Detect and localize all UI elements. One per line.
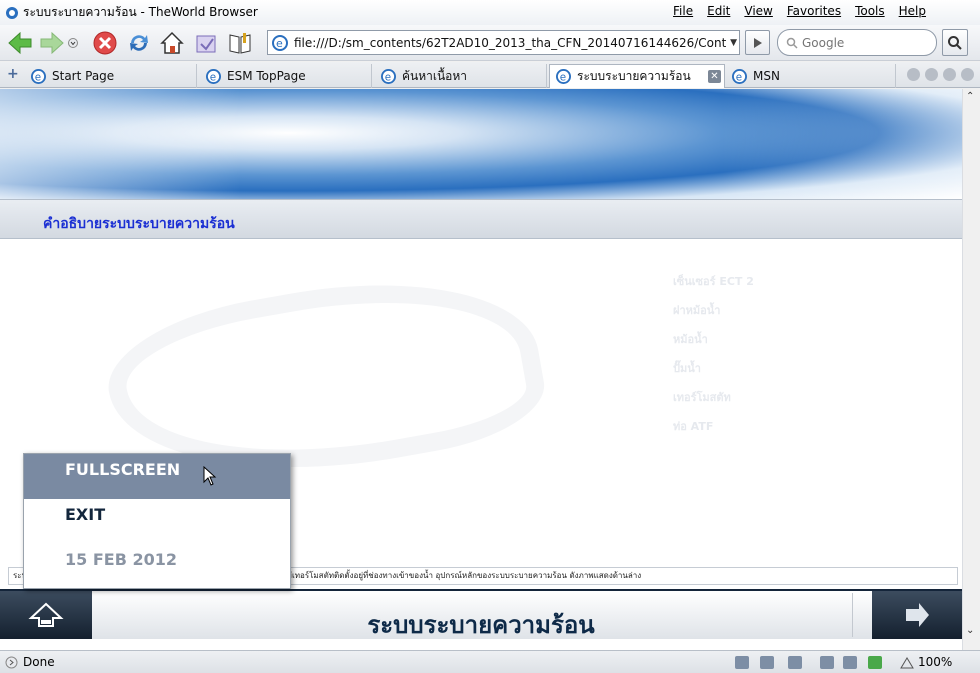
page-info-icon[interactable] xyxy=(735,656,749,669)
menu-favorites[interactable]: Favorites xyxy=(787,4,841,18)
ie-page-icon: e xyxy=(31,68,46,84)
address-dropdown-icon[interactable]: ▼ xyxy=(730,38,737,48)
tab-close-all-icon[interactable] xyxy=(961,68,974,81)
ie-page-icon: e xyxy=(732,68,747,84)
tab-label: ค้นหาเนื้อหา xyxy=(402,68,468,83)
page-heading: คำอธิบายระบบระบายความร้อน xyxy=(43,216,235,232)
tab-scroll-right-icon[interactable] xyxy=(943,68,956,81)
tab-msn[interactable]: e MSN xyxy=(726,64,896,88)
svg-text:e: e xyxy=(736,71,742,83)
go-button[interactable] xyxy=(745,30,770,55)
new-tab-icon[interactable]: + xyxy=(7,66,19,82)
refresh-button[interactable] xyxy=(125,29,153,57)
stop-button[interactable] xyxy=(91,29,119,57)
search-box[interactable] xyxy=(777,29,937,56)
menu-view[interactable]: View xyxy=(744,4,772,18)
forward-dropdown[interactable] xyxy=(66,29,80,57)
component-item[interactable]: หม้อน้ำ xyxy=(673,330,754,359)
svg-text:e: e xyxy=(560,71,566,83)
header-banner xyxy=(0,89,962,199)
window-title: ระบบระบายความร้อน - TheWorld Browser xyxy=(23,5,258,19)
mouse-cursor-icon xyxy=(203,466,217,486)
media-icon[interactable] xyxy=(843,656,857,669)
back-button[interactable] xyxy=(6,29,34,57)
divider xyxy=(852,593,853,637)
tab-start-page[interactable]: e Start Page xyxy=(25,64,197,88)
forward-button[interactable] xyxy=(38,29,66,57)
component-item[interactable]: ปั๊มน้ำ xyxy=(673,359,754,388)
home-button[interactable] xyxy=(158,29,186,57)
tab-label: ระบบระบายความร้อน xyxy=(577,69,691,83)
status-bar: Done 100% xyxy=(0,650,980,673)
tab-label: Start Page xyxy=(52,69,115,83)
home-icon xyxy=(160,31,184,54)
scroll-up-icon[interactable]: ⌃ xyxy=(966,91,974,102)
ie-page-icon: e xyxy=(272,34,288,51)
tab-cooling-system[interactable]: e ระบบระบายความร้อน ✕ xyxy=(549,64,725,88)
context-popup-menu: FULLSCREEN EXIT 15 FEB 2012 xyxy=(23,453,291,589)
ie-page-icon: e xyxy=(381,68,396,84)
forward-arrow-icon xyxy=(40,31,64,55)
component-item[interactable]: เซ็นเซอร์ ECT 2 xyxy=(673,272,754,301)
navigation-toolbar: e file:///D:/sm_contents/62T2AD10_2013_t… xyxy=(0,25,980,61)
close-tab-icon[interactable]: ✕ xyxy=(708,70,721,83)
go-icon xyxy=(753,37,762,48)
tab-list-icon[interactable] xyxy=(907,68,920,81)
status-text: Done xyxy=(23,655,55,669)
zoom-level[interactable]: 100% xyxy=(918,655,952,669)
heading-bar: คำอธิบายระบบระบายความร้อน xyxy=(0,199,962,239)
tab-esm-toppage[interactable]: e ESM TopPage xyxy=(200,64,372,88)
search-button[interactable] xyxy=(942,29,968,56)
component-item[interactable]: ท่อ ATF xyxy=(673,417,754,446)
component-list: เซ็นเซอร์ ECT 2 ฝาหม้อน้ำ หม้อน้ำ ปั๊มน้… xyxy=(673,272,754,446)
version-date: 15 FEB 2012 xyxy=(65,550,177,569)
svg-text:e: e xyxy=(35,71,41,83)
search-icon xyxy=(948,35,962,50)
ie-page-icon: e xyxy=(206,68,221,84)
component-item[interactable]: ฝาหม้อน้ำ xyxy=(673,301,754,330)
tab-label: ESM TopPage xyxy=(227,69,306,83)
script-icon[interactable] xyxy=(788,656,802,669)
cookie-icon[interactable] xyxy=(760,656,774,669)
component-item[interactable]: เทอร์โมสตัท xyxy=(673,388,754,417)
menu-file[interactable]: File xyxy=(673,4,693,18)
svg-text:e: e xyxy=(385,71,391,83)
search-input[interactable] xyxy=(802,35,922,50)
favorites-book-icon xyxy=(229,33,251,54)
security-shield-icon[interactable] xyxy=(868,656,882,669)
fullscreen-menu-item[interactable]: FULLSCREEN xyxy=(24,454,290,499)
svg-text:e: e xyxy=(210,71,216,83)
zoom-icon xyxy=(900,657,914,669)
exit-menu-item[interactable]: EXIT xyxy=(24,499,290,544)
section-title: ระบบระบายความร้อน xyxy=(367,610,595,639)
history-button[interactable] xyxy=(192,29,220,57)
search-icon xyxy=(786,37,798,49)
address-bar[interactable]: e file:///D:/sm_contents/62T2AD10_2013_t… xyxy=(267,30,740,55)
stop-icon xyxy=(93,31,117,55)
menu-help[interactable]: Help xyxy=(899,4,926,18)
download-icon[interactable] xyxy=(820,656,834,669)
tab-search-content[interactable]: e ค้นหาเนื้อหา xyxy=(375,64,547,88)
refresh-icon xyxy=(130,35,148,51)
vertical-scrollbar[interactable]: ⌃ ⌄ xyxy=(962,89,980,650)
bottom-nav-bar: ระบบระบายความร้อน xyxy=(0,589,962,639)
ie-page-icon: e xyxy=(556,69,571,84)
chevron-down-icon xyxy=(68,38,78,48)
history-icon xyxy=(196,35,216,53)
menu-tools[interactable]: Tools xyxy=(855,4,885,18)
tab-scroll-left-icon[interactable] xyxy=(925,68,938,81)
address-url[interactable]: file:///D:/sm_contents/62T2AD10_2013_tha… xyxy=(294,36,726,50)
next-button[interactable] xyxy=(872,591,962,639)
tab-bar: + e Start Page e ESM TopPage e ค้นหาเนื้… xyxy=(0,62,980,88)
app-icon xyxy=(6,6,18,19)
menu-bar: File Edit View Favorites Tools Help xyxy=(673,4,926,18)
scroll-down-icon[interactable]: ⌄ xyxy=(966,625,974,636)
favorites-button[interactable] xyxy=(226,29,254,57)
svg-text:e: e xyxy=(276,37,283,50)
tab-label: MSN xyxy=(753,69,780,83)
status-page-icon xyxy=(5,656,18,669)
menu-edit[interactable]: Edit xyxy=(707,4,730,18)
back-arrow-icon xyxy=(8,31,32,55)
next-arrow-icon xyxy=(906,603,929,627)
